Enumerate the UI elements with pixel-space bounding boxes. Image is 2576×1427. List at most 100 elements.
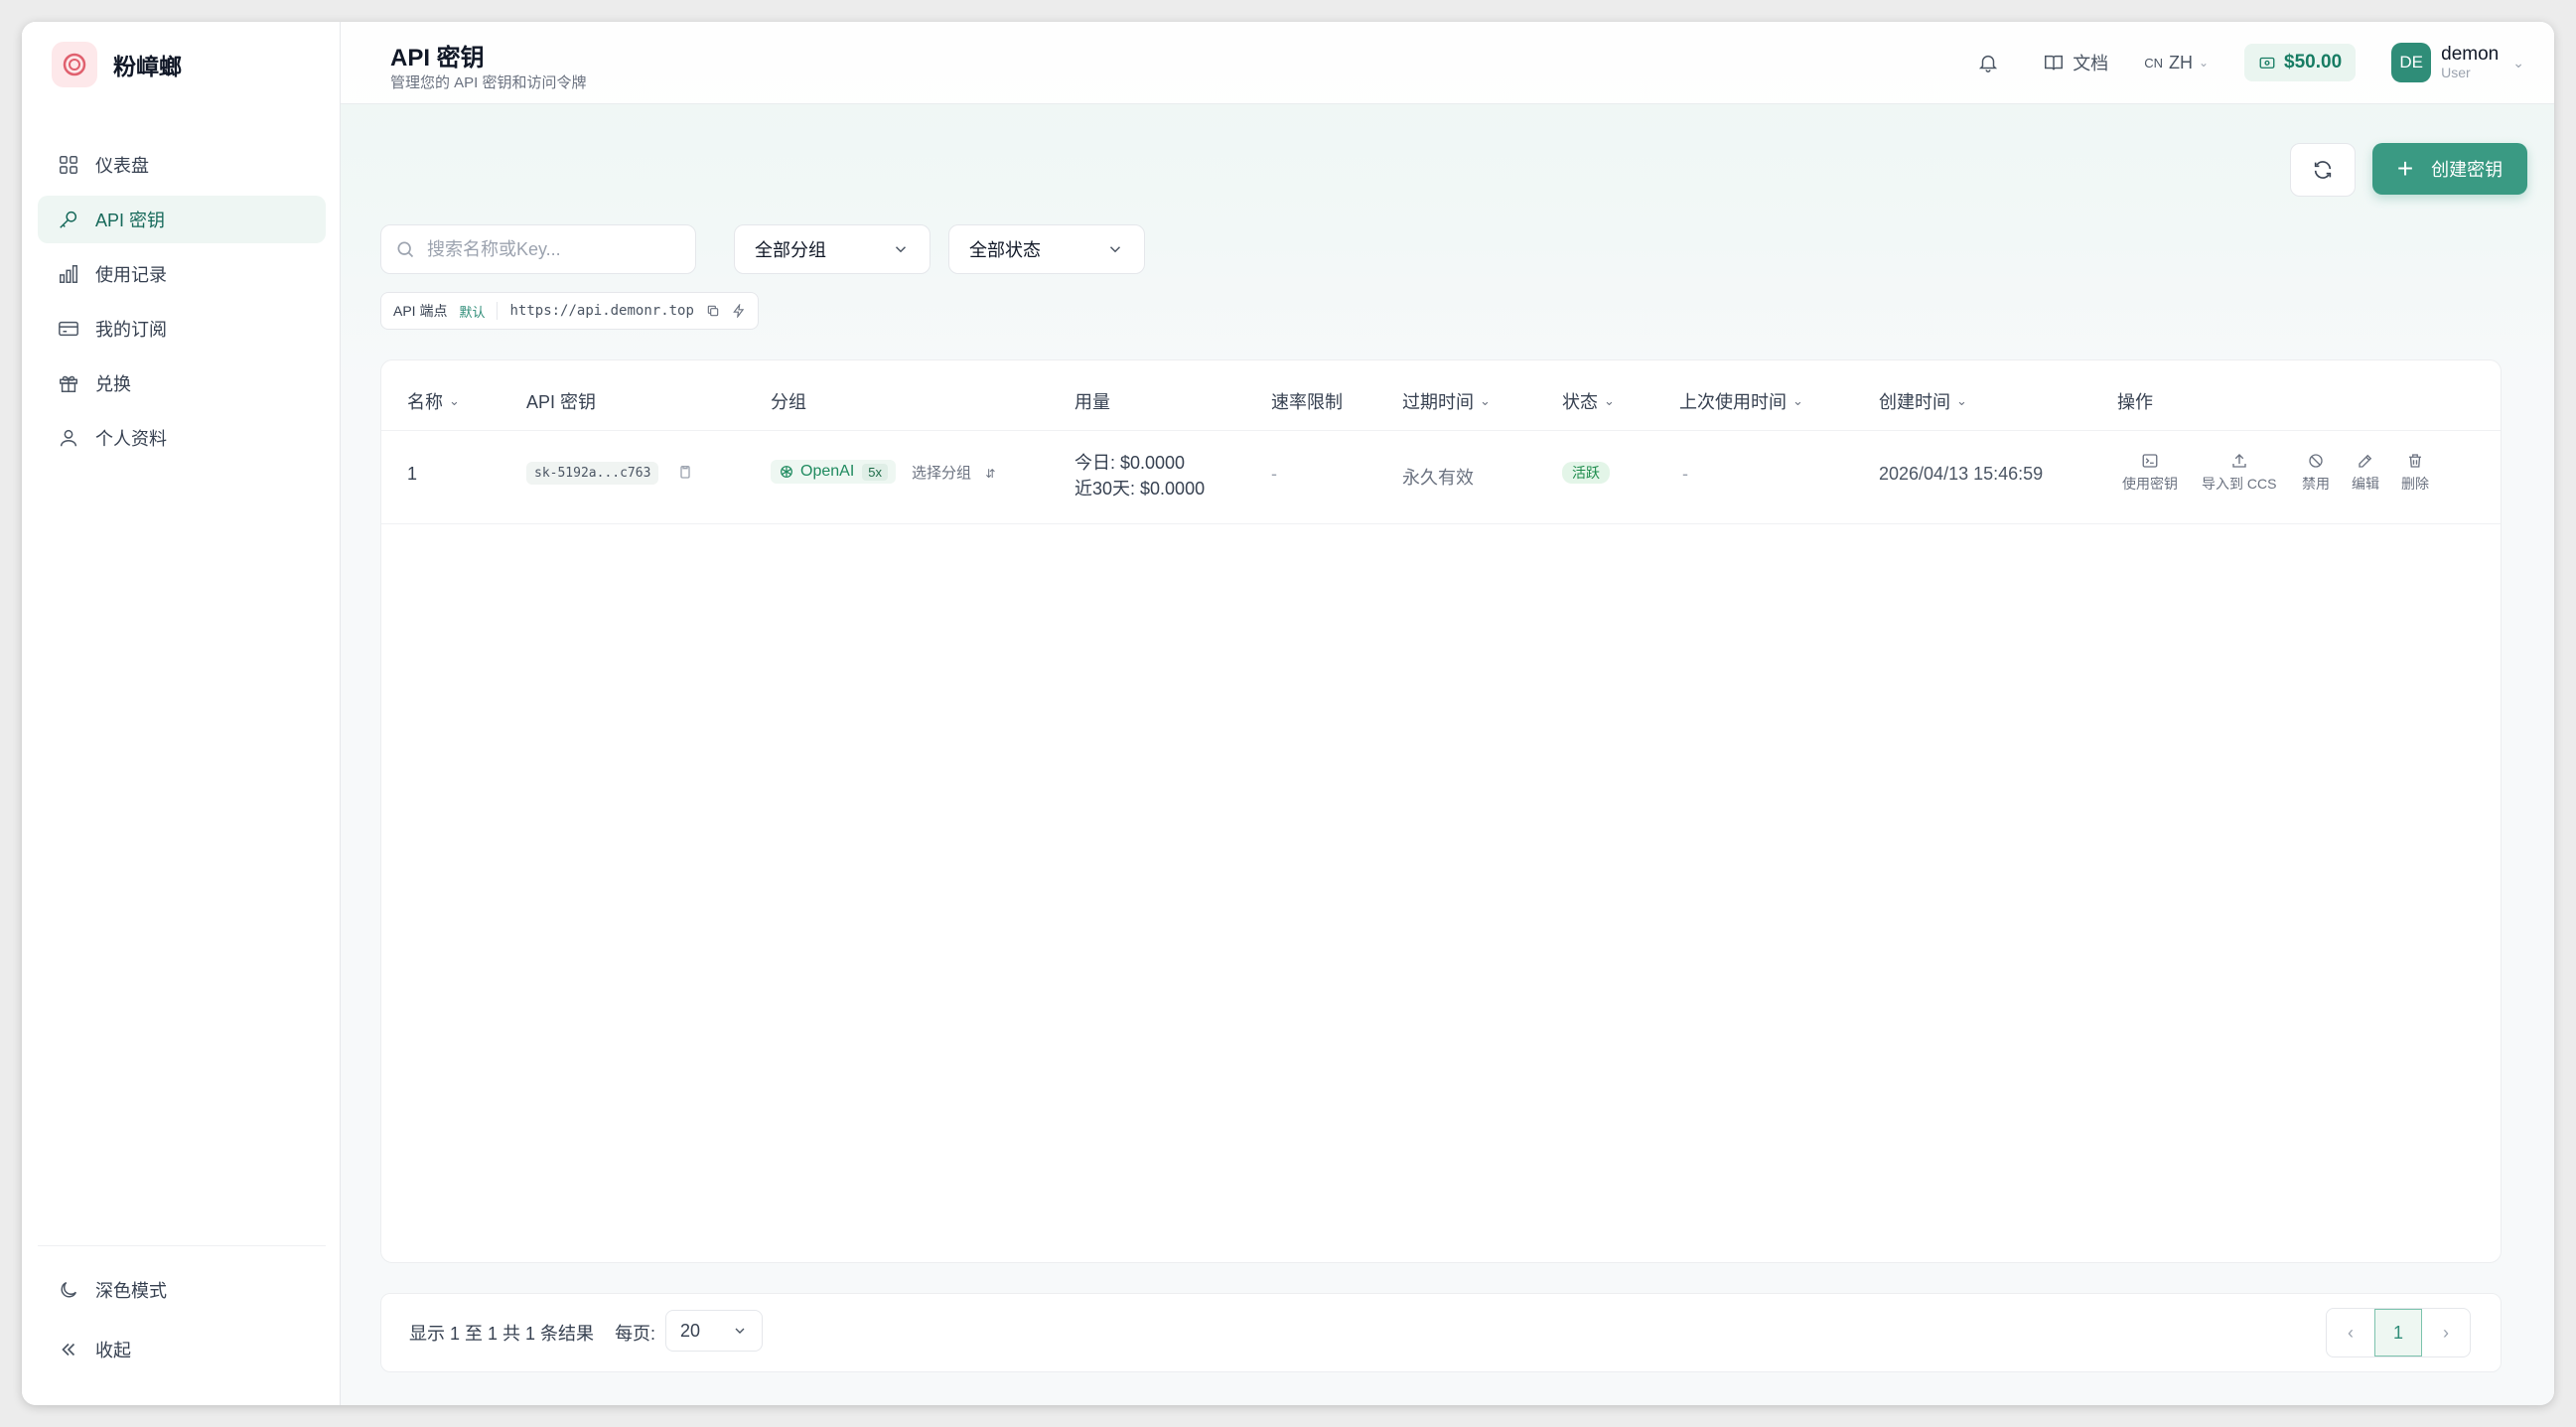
pagination-bar: 显示 1 至 1 共 1 条结果 每页: 20 ‹ 1 › [380,1293,2502,1372]
zap-icon[interactable] [732,304,746,318]
action-label: 禁用 [2302,476,2330,492]
dark-mode-toggle[interactable]: 深色模式 [38,1266,326,1314]
app-window: 粉嶂螂 仪表盘 API 密钥 使用记录 我的订阅 兑换 个人资料 深色模式 收起… [22,22,2554,1405]
balance-value: $50.00 [2284,52,2343,72]
copy-icon[interactable] [706,304,720,318]
moon-icon [61,1281,77,1298]
row-created: 2026/04/13 15:46:59 [1879,464,2044,484]
per-page-label: 每页: [615,1324,656,1344]
user-menu[interactable]: DE demon User ⌄ [2391,43,2524,82]
prev-page-button[interactable]: ‹ [2327,1309,2374,1356]
edit-button[interactable]: 编辑 [2352,452,2379,494]
chevrons-left-icon [62,1343,75,1356]
row-key: sk-5192a...c763 [526,461,693,485]
column-header-rate-limit: 速率限制 [1271,392,1343,412]
group-filter-select[interactable]: 全部分组 [734,224,930,274]
sidebar-item-label: 仪表盘 [95,156,149,176]
search-box [380,224,696,274]
sidebar-item-dashboard[interactable]: 仪表盘 [38,141,326,189]
sidebar-item-label: 兑换 [95,374,131,394]
column-header-group: 分组 [771,392,806,412]
top-bar: API 密钥 管理您的 API 密钥和访问令牌 文档 CN ZH ⌄ $50.0… [341,22,2554,104]
brand-name: 粉嶂螂 [113,54,182,79]
sidebar-item-usage[interactable]: 使用记录 [38,250,326,298]
use-key-button[interactable]: 使用密钥 [2122,452,2178,494]
refresh-button[interactable] [2290,143,2356,197]
sidebar-item-label: 使用记录 [95,265,167,285]
column-header-usage: 用量 [1074,392,1110,412]
gift-icon [60,375,77,392]
sidebar-nav: 仪表盘 API 密钥 使用记录 我的订阅 兑换 个人资料 [38,141,326,469]
sidebar-item-subscriptions[interactable]: 我的订阅 [38,305,326,353]
collapse-label: 收起 [95,1341,131,1360]
endpoint-label: API 端点 [393,303,448,319]
chevron-down-icon: ⌄ [1604,393,1615,408]
plus-icon: + [2396,153,2414,184]
bell-icon [1979,55,1998,72]
avatar: DE [2391,43,2432,82]
results-summary: 显示 1 至 1 共 1 条结果 每页: [409,1324,656,1344]
column-header-status[interactable]: 状态 ⌄ [1562,388,1615,414]
search-icon [397,241,414,258]
group-filter-value: 全部分组 [755,240,826,260]
ban-icon [2309,454,2323,468]
search-input[interactable] [425,237,667,261]
disable-button[interactable]: 禁用 [2302,452,2330,494]
usage-30d: 近30天: $0.0000 [1074,479,1206,499]
action-label: 编辑 [2352,476,2379,492]
trash-icon [2409,454,2421,468]
page-number-button[interactable]: 1 [2374,1309,2422,1356]
user-role: User [2441,64,2471,80]
chevron-down-icon: ⌄ [449,393,460,408]
user-icon [60,429,77,447]
delete-button[interactable]: 删除 [2401,452,2429,494]
status-badge: 活跃 [1562,462,1610,484]
sidebar-item-redeem[interactable]: 兑换 [38,359,326,407]
create-key-button[interactable]: + 创建密钥 [2372,143,2527,195]
status-filter-value: 全部状态 [969,240,1041,260]
column-header-actions: 操作 [2117,392,2153,412]
column-header-name[interactable]: 名称 ⌄ [407,388,460,414]
group-chip: OpenAI 5x [771,460,896,484]
notifications-button[interactable] [1977,52,2007,73]
per-page-value: 20 [680,1320,701,1341]
status-filter-select[interactable]: 全部状态 [948,224,1145,274]
terminal-icon [2142,454,2158,468]
chevron-down-icon [895,246,907,253]
header-divider [381,430,2501,431]
create-key-label: 创建密钥 [2431,160,2504,180]
select-group-button[interactable]: 选择分组 ⇵ [912,462,995,483]
per-page-select[interactable]: 20 [665,1310,763,1352]
row-rate-limit: - [1271,464,1277,484]
chevron-down-icon [735,1328,745,1334]
top-right-actions: 文档 CN ZH ⌄ $50.00 DE demon User ⌄ [1941,40,2524,85]
row-name: 1 [407,464,418,484]
collapse-button[interactable]: 收起 [38,1326,326,1373]
endpoint-url: https://api.demonr.top [509,303,694,319]
pager: ‹ 1 › [2326,1308,2471,1357]
brand[interactable]: 粉嶂螂 [52,40,182,89]
main-content: API 密钥 管理您的 API 密钥和访问令牌 文档 CN ZH ⌄ $50.0… [341,22,2554,1405]
balance-badge[interactable]: $50.00 [2244,44,2357,81]
wallet-icon [2259,57,2275,69]
column-header-created[interactable]: 创建时间 ⌄ [1879,388,1967,414]
action-label: 删除 [2401,476,2429,492]
docs-label: 文档 [2073,54,2109,73]
bar-chart-icon [60,265,77,283]
sidebar-item-api-keys[interactable]: API 密钥 [38,196,326,243]
column-header-last-used[interactable]: 上次使用时间 ⌄ [1679,388,1803,414]
chevron-down-icon [1109,246,1121,253]
copy-icon[interactable] [677,464,693,480]
sidebar-item-profile[interactable]: 个人资料 [38,414,326,462]
user-name: demon [2441,43,2500,65]
chevron-down-icon: ⌄ [1792,393,1803,408]
row-usage: 今日: $0.0000 近30天: $0.0000 [1074,450,1205,501]
row-divider [381,523,2501,524]
sidebar: 粉嶂螂 仪表盘 API 密钥 使用记录 我的订阅 兑换 个人资料 深色模式 收起 [22,22,341,1405]
lang-code: CN [2144,55,2163,71]
next-page-button[interactable]: › [2422,1309,2470,1356]
column-header-expiry[interactable]: 过期时间 ⌄ [1402,388,1491,414]
docs-link[interactable]: 文档 [2043,50,2108,75]
import-ccs-button[interactable]: 导入到 CCS [2202,452,2276,494]
language-selector[interactable]: CN ZH ⌄ [2144,53,2209,73]
